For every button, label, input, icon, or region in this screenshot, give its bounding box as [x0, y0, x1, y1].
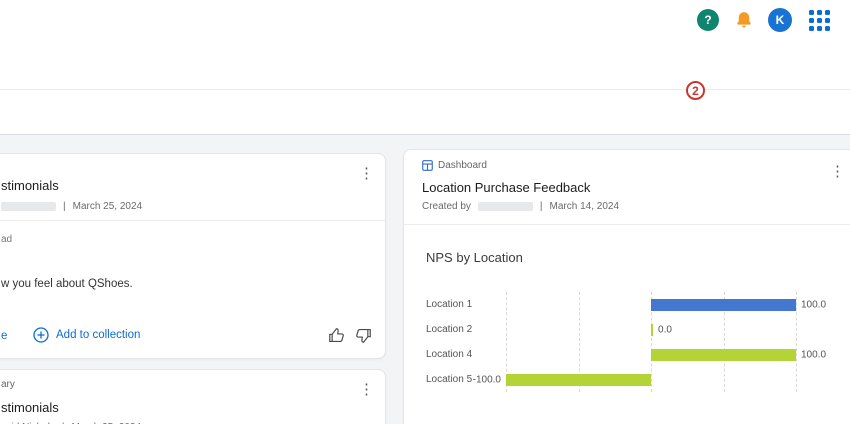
filter-bar: nt type All Timeframe All: [0, 90, 850, 134]
notifications-bell-icon[interactable]: [734, 10, 754, 30]
plus-circle-icon: [33, 327, 49, 343]
card-kebab-menu-icon[interactable]: ⋮: [359, 382, 374, 397]
dashboard-icon: [422, 160, 433, 171]
byline-separator: |: [540, 201, 543, 212]
card-link-fragment[interactable]: e: [1, 330, 7, 342]
chart-category-label: Location 4: [426, 349, 506, 360]
redacted-author-name: [478, 202, 533, 211]
card-title[interactable]: stimonials: [1, 400, 59, 415]
thumbs-up-icon[interactable]: [327, 326, 346, 345]
card-date: March 14, 2024: [550, 201, 620, 212]
card-body-text: w you feel about QShoes.: [1, 278, 133, 290]
byline-separator: |: [63, 201, 66, 212]
card-type-label: Dashboard: [422, 160, 487, 171]
document-card-testimonials: ⋮ stimonials | March 25, 2024 ad w you f…: [0, 153, 386, 359]
chart-row: Location 4100.0: [426, 342, 796, 367]
chart-bar: [506, 374, 651, 386]
app-screen: ? K omer Sentiment for Shoes: [0, 0, 850, 424]
chart-value-label: 100.0: [801, 299, 826, 310]
card-date: March 25, 2024: [73, 201, 143, 212]
chart-bar: [651, 324, 653, 336]
collection-header: omer Sentiment for Shoes Hide Filters i …: [0, 40, 850, 90]
dashboard-card-location-purchase-feedback: Dashboard ⋮ Location Purchase Feedback C…: [403, 149, 850, 424]
card-divider: [0, 220, 385, 221]
card-byline: | March 25, 2024: [1, 201, 142, 212]
top-bar: ? K: [0, 0, 850, 40]
chart-row: Location 2 0.0: [426, 317, 796, 342]
nps-chart: Location 1100.0 Location 2 0.0 Location 410…: [426, 292, 796, 392]
annotation-step-badge: 2: [686, 81, 705, 100]
add-to-collection-button[interactable]: Add to collection: [33, 327, 140, 343]
card-title[interactable]: Location Purchase Feedback: [422, 180, 590, 195]
document-card-summary: ary ⋮ stimonials avid Nichols | March 25…: [0, 369, 386, 424]
thumbs-down-icon[interactable]: [354, 326, 373, 345]
nps-chart-rows: Location 1100.0 Location 2 0.0 Location 410…: [426, 292, 796, 392]
collection-content: ⋮ stimonials | March 25, 2024 ad w you f…: [0, 134, 850, 424]
card-divider: [404, 224, 850, 225]
chart-title: NPS by Location: [426, 250, 523, 265]
app-launcher-icon[interactable]: [809, 10, 830, 31]
card-upper-text-fragment: ad: [1, 234, 12, 245]
card-byline: Created by | March 14, 2024: [422, 201, 619, 212]
redacted-author-name: [1, 202, 56, 211]
card-kebab-menu-icon[interactable]: ⋮: [359, 166, 374, 181]
card-title[interactable]: stimonials: [1, 178, 59, 193]
chart-row: Location 5-100.0: [426, 367, 796, 392]
help-icon[interactable]: ?: [697, 9, 719, 31]
chart-bar: [651, 299, 796, 311]
card-type-fragment: ary: [1, 379, 15, 390]
bell-icon: [734, 10, 754, 30]
gridline: [796, 292, 797, 392]
add-to-collection-label: Add to collection: [56, 329, 140, 341]
created-by-label: Created by: [422, 201, 471, 212]
card-action-row: e Add to collection: [0, 326, 385, 350]
chart-bar: [651, 349, 796, 361]
chart-value-label: 0.0: [658, 324, 672, 335]
card-type-text: Dashboard: [438, 160, 487, 171]
chart-value-label: -100.0: [473, 374, 501, 385]
chart-row: Location 1100.0: [426, 292, 796, 317]
chart-category-label: Location 1: [426, 299, 506, 310]
user-avatar[interactable]: K: [768, 8, 792, 32]
card-kebab-menu-icon[interactable]: ⋮: [830, 164, 845, 179]
chart-category-label: Location 2: [426, 324, 506, 335]
chart-value-label: 100.0: [801, 349, 826, 360]
